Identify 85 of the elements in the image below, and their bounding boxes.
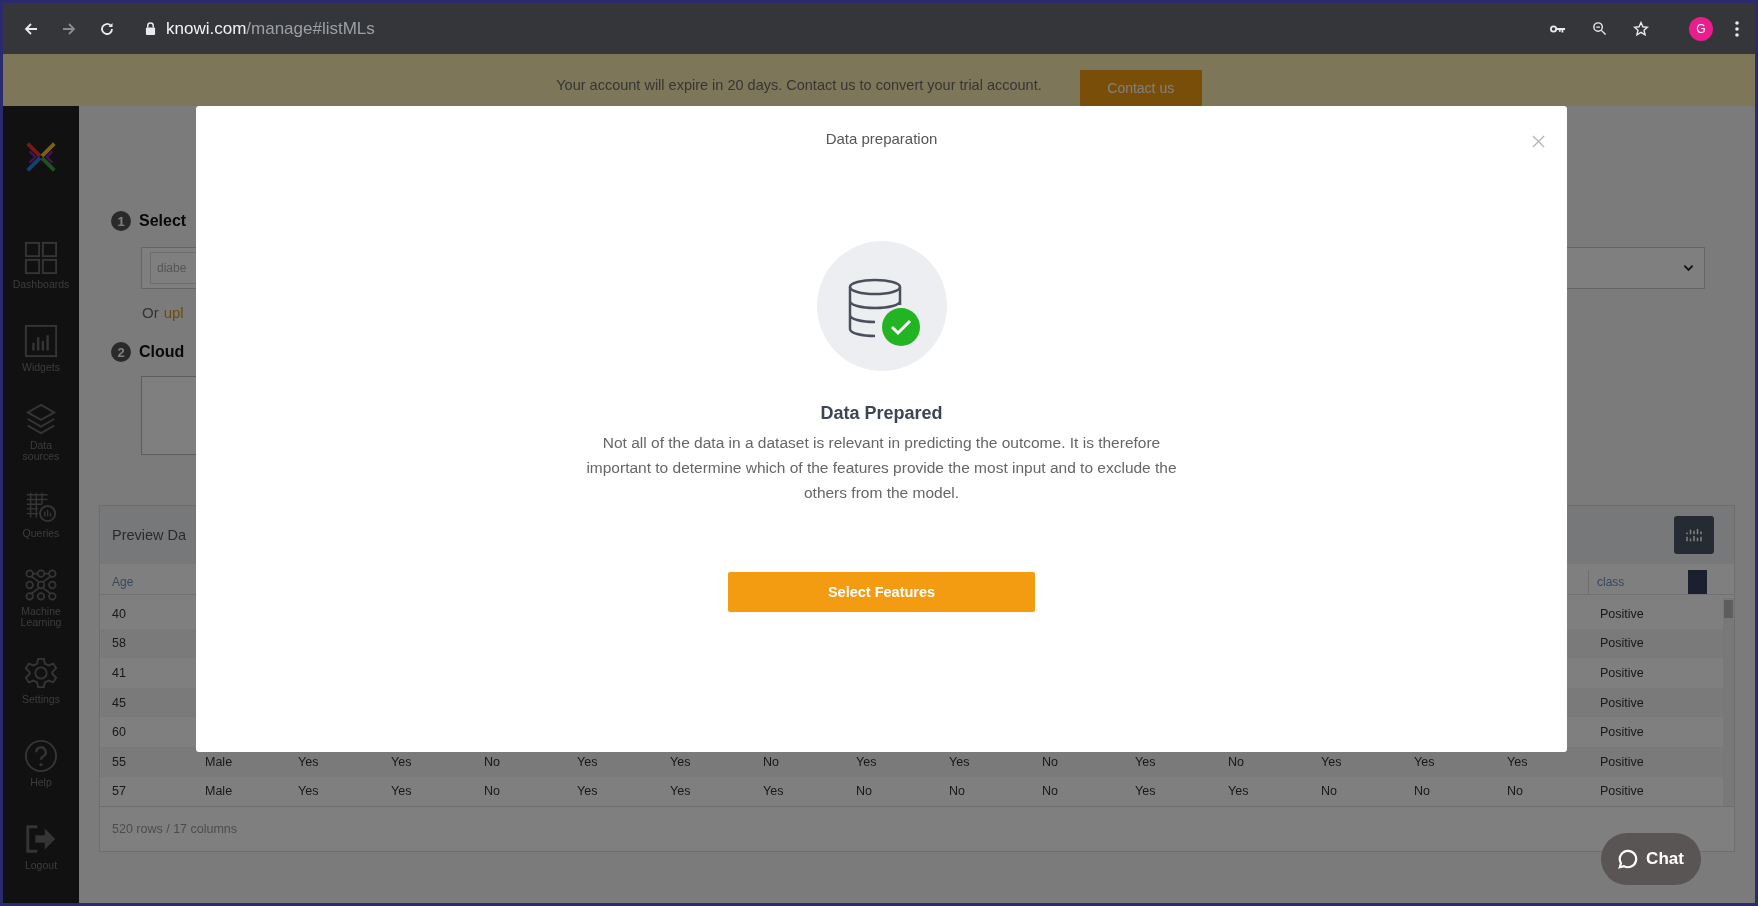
bar-chart-icon — [24, 324, 58, 358]
modal-description: Not all of the data in a dataset is relevant in predicting the outcome. It is therefore important to determine which of the features provide the most input and to exclude the others from the model. — [585, 433, 1178, 503]
table-cell-text: Male — [204, 784, 234, 799]
bar-chart-icon — [1685, 528, 1703, 542]
modal-title: Data preparation — [825, 130, 938, 147]
select-features-button[interactable]: Select Features — [728, 572, 1035, 612]
table-cell-text: No — [1506, 784, 1524, 799]
table-cell-text: Yes — [1134, 754, 1157, 769]
table-cell-text: 41 — [111, 666, 127, 680]
table-cell-text: Positive — [1599, 754, 1645, 769]
table-cell-text: 55 — [111, 754, 127, 769]
address-bar[interactable]: knowi.com/manage#listMLs — [137, 10, 1665, 47]
table-cell-text: Yes — [762, 784, 785, 799]
banner-message: Your account will expire in 20 days. Contact us to convert your trial account. — [556, 77, 1042, 93]
table-cell-text: Yes — [390, 754, 413, 769]
table-cell-text: Yes — [576, 784, 599, 799]
query-table-icon — [24, 490, 58, 524]
step-title: Cloud — [139, 343, 185, 361]
table-cell-text: Yes — [1506, 754, 1529, 769]
table-cell-text: 57 — [111, 784, 127, 799]
step-title: Select — [139, 212, 187, 230]
upload-link[interactable]: upl — [163, 303, 184, 321]
settings-icon — [24, 656, 58, 690]
lock-icon — [145, 22, 156, 35]
table-cell-text: No — [1227, 754, 1245, 769]
table-cell-text: Positive — [1599, 606, 1645, 621]
step-number: 2 — [111, 342, 131, 362]
chevron-down-icon — [1683, 264, 1694, 272]
help-icon — [24, 739, 58, 773]
forward-icon[interactable] — [61, 20, 77, 37]
table-cell-text: 58 — [111, 636, 127, 651]
table-cell-text: No — [948, 784, 966, 799]
logout-icon — [24, 822, 58, 856]
upload-text: Or — [142, 303, 159, 321]
scrollbar[interactable] — [1723, 598, 1734, 807]
table-cell-text: Positive — [1599, 666, 1645, 680]
modal-heading: Data Prepared — [820, 403, 943, 424]
table-cell-text: Yes — [669, 754, 692, 769]
back-icon[interactable] — [23, 20, 39, 37]
database-check-icon — [816, 241, 947, 371]
network-icon — [24, 567, 58, 602]
table-cell-text: Yes — [297, 784, 320, 799]
column-handle[interactable] — [1688, 570, 1707, 594]
table-cell-text: Yes — [1227, 784, 1250, 799]
table-cell-text: 40 — [111, 606, 127, 621]
column-header[interactable]: Age — [100, 570, 193, 594]
table-cell-text: Yes — [948, 754, 971, 769]
table-cell-text: Positive — [1599, 725, 1645, 740]
table-cell-text: Positive — [1599, 695, 1645, 710]
table-cell-text: Yes — [669, 784, 692, 799]
contact-button[interactable]: Contact us — [1079, 70, 1202, 106]
table-cell-text: 45 — [111, 695, 127, 710]
profile-avatar[interactable]: G — [1689, 16, 1713, 41]
chart-button[interactable] — [1674, 516, 1714, 554]
table-cell-text: Positive — [1599, 636, 1645, 651]
table-cell-text: No — [1413, 784, 1431, 799]
table-cell-text: No — [855, 784, 873, 799]
key-icon[interactable] — [1550, 23, 1566, 34]
table-cell-text: No — [1320, 784, 1338, 799]
table-cell-text: No — [1041, 754, 1059, 769]
menu-icon[interactable] — [1735, 20, 1739, 37]
table-cell-text: Positive — [1599, 784, 1645, 799]
step-number: 1 — [111, 211, 131, 231]
chat-bubble-icon — [1618, 849, 1639, 869]
table-cell-text: No — [483, 784, 501, 799]
table-cell-text: Yes — [576, 754, 599, 769]
table-cell-text: Yes — [855, 754, 878, 769]
panel-title: Preview Da — [112, 527, 187, 543]
table-cell-text: No — [1041, 784, 1059, 799]
table-cell-text: Yes — [1134, 784, 1157, 799]
table-cell-text: No — [483, 754, 501, 769]
star-icon[interactable] — [1633, 20, 1649, 37]
table-cell-text: Male — [204, 754, 234, 769]
table-cell-text: Yes — [1413, 754, 1436, 769]
grid-icon — [24, 241, 58, 275]
table-cell-text: 60 — [111, 725, 127, 740]
table-cell-text: Yes — [390, 784, 413, 799]
url-text: knowi.com/manage#listMLs — [166, 18, 375, 39]
table-cell-text: Yes — [297, 754, 320, 769]
reload-icon[interactable] — [99, 20, 115, 37]
table-cell-text: Yes — [1320, 754, 1343, 769]
chat-button[interactable]: Chat — [1601, 833, 1701, 885]
zoom-icon[interactable] — [1592, 21, 1607, 36]
table-cell-text: No — [762, 754, 780, 769]
layers-icon — [24, 401, 58, 436]
